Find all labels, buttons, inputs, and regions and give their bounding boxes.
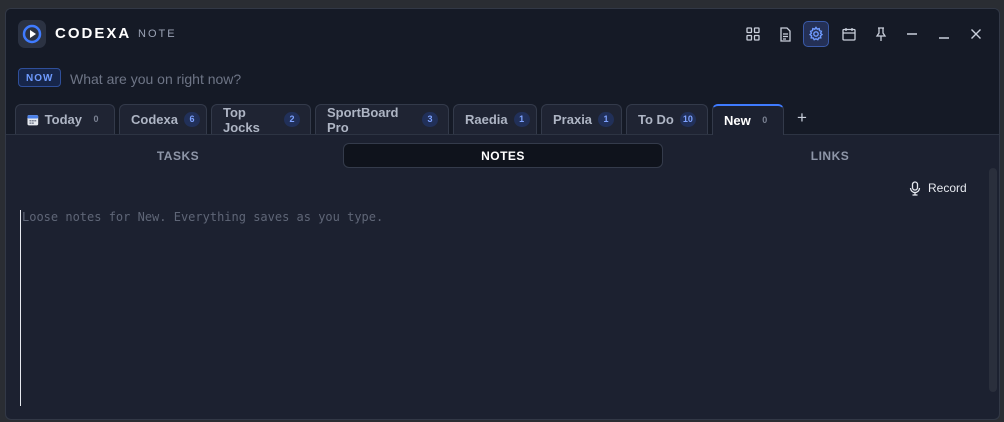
minus-icon [907,33,917,35]
tab-to-do[interactable]: To Do 10 [626,104,708,134]
settings-button[interactable] [803,21,829,47]
record-label: Record [928,181,967,195]
app-window: CODEXA NOTE NOW What are you on right no… [5,8,1000,420]
document-icon [780,26,791,42]
close-icon [971,29,981,39]
tab-count: 3 [422,112,438,127]
tab-label: Praxia [553,112,593,127]
tab-new[interactable]: New 0 [712,104,784,135]
tab-count: 10 [679,112,696,127]
subtab-notes[interactable]: NOTES [343,143,663,168]
app-brand-sub: NOTE [138,28,177,40]
title-bar: CODEXA NOTE [6,9,999,59]
tab-label: Today [44,112,82,127]
collapse-button[interactable] [899,21,925,47]
tab-label: Top Jocks [223,104,260,135]
now-badge: NOW [18,68,62,87]
now-input[interactable] [68,67,672,91]
pin-button[interactable] [868,21,894,47]
tab-count: 0 [762,115,768,125]
tab-label: Raedia [465,112,508,127]
gear-icon [808,26,824,41]
calendar-icon [27,114,39,125]
tab-codexa[interactable]: Codexa 6 [119,104,207,134]
calendar-icon [842,28,856,41]
tab-count: 2 [284,112,300,127]
project-tabs: Today 0 Codexa 6 Top Jocks 2 SportBoard … [6,97,999,135]
minimize-button[interactable] [931,21,957,47]
close-button[interactable] [963,21,989,47]
scrollbar[interactable] [989,168,997,392]
grid-icon [746,27,760,41]
app-logo-icon [18,20,46,48]
grid-view-button[interactable] [740,21,766,47]
tab-praxia[interactable]: Praxia 1 [541,104,622,134]
tab-count: 1 [513,112,530,127]
document-button[interactable] [772,21,798,47]
tab-count: 1 [598,112,615,127]
tab-count: 0 [93,114,99,124]
microphone-icon [909,180,921,196]
tab-label: To Do [638,112,674,127]
tab-label: New [724,113,751,128]
tab-today[interactable]: Today 0 [15,104,115,134]
tab-raedia[interactable]: Raedia 1 [453,104,537,134]
subtab-links[interactable]: LINKS [666,143,994,168]
calendar-button[interactable] [836,21,862,47]
add-tab-button[interactable]: + [794,104,810,132]
tab-label: SportBoard Pro [327,104,399,135]
tab-top-jocks[interactable]: Top Jocks 2 [211,104,311,135]
app-brand: CODEXA [55,25,132,42]
now-bar: NOW [6,58,999,98]
subtab-tasks[interactable]: TASKS [16,143,340,168]
notes-textarea[interactable] [20,210,982,406]
tab-label: Codexa [131,112,178,127]
pin-icon [875,26,887,41]
minimize-icon [939,37,949,39]
tab-count: 6 [183,112,200,127]
record-button[interactable]: Record [909,179,967,197]
tab-sportboard-pro[interactable]: SportBoard Pro 3 [315,104,449,135]
